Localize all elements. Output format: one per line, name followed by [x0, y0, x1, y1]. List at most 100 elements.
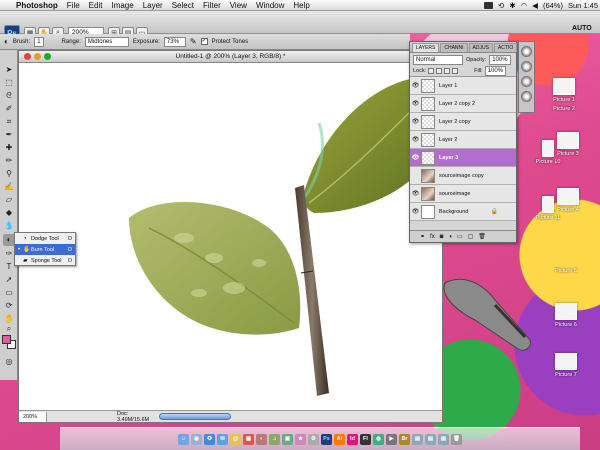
brush-size-picker[interactable]: 1	[34, 36, 44, 47]
ical-icon[interactable]: ▦	[243, 433, 254, 445]
lock-all-icon[interactable]	[452, 68, 459, 74]
blur-tool-icon[interactable]: 💧	[3, 220, 15, 232]
styles-panel-icon[interactable]	[521, 91, 532, 102]
dock-photoshop-icon[interactable]: Ps	[321, 433, 332, 445]
layer-row[interactable]: 👁 Layer 1	[410, 77, 516, 95]
crop-tool-icon[interactable]: ⌗	[3, 116, 15, 128]
desktop-icon-picture-6[interactable]: Picture 6	[548, 303, 584, 328]
layer-name[interactable]: Layer 2 copy 2	[439, 101, 475, 107]
bridge-dock-icon[interactable]: Br	[399, 433, 410, 445]
navigator-panel-icon[interactable]	[521, 46, 532, 57]
workspace-switcher[interactable]: AUTO	[572, 25, 600, 32]
visibility-eye-icon[interactable]: 👁	[410, 154, 421, 161]
info-panel-icon[interactable]	[521, 76, 532, 87]
desktop-icon-picture-1[interactable]: Picture 1	[546, 78, 582, 103]
visibility-eye-icon[interactable]: 👁	[410, 82, 421, 89]
zoom-window-icon[interactable]	[44, 53, 51, 60]
adjustment-layer-icon[interactable]: ◑	[448, 234, 452, 240]
flyout-burn-tool[interactable]: • ✋ Burn Tool O	[15, 244, 75, 255]
airbrush-icon[interactable]: ✎	[190, 37, 197, 46]
menu-edit[interactable]: Edit	[89, 1, 103, 10]
eraser-tool-icon[interactable]: ▱	[3, 194, 15, 206]
new-group-icon[interactable]: ▭	[457, 233, 463, 240]
lock-transparency-icon[interactable]	[428, 68, 435, 74]
contacts-icon[interactable]: @	[230, 433, 241, 445]
3d-rotate-tool-icon[interactable]: ⟳	[3, 300, 15, 312]
documents-folder-icon[interactable]: ▤	[425, 433, 436, 445]
visibility-eye-icon[interactable]: 👁	[410, 190, 421, 197]
lock-position-icon[interactable]	[444, 68, 451, 74]
menu-filter[interactable]: Filter	[203, 1, 221, 10]
menu-view[interactable]: View	[230, 1, 247, 10]
time-machine-icon[interactable]: ⟲	[498, 1, 504, 10]
opacity-field[interactable]: 100%	[489, 54, 511, 65]
menu-app-photoshop[interactable]: Photoshop	[16, 1, 58, 10]
menu-layer[interactable]: Layer	[143, 1, 163, 10]
close-window-icon[interactable]	[24, 53, 31, 60]
shape-tool-icon[interactable]: ▭	[3, 287, 15, 299]
horizontal-scrollbar[interactable]	[159, 413, 231, 420]
applications-folder-icon[interactable]: ▤	[412, 433, 423, 445]
color-panel-icon[interactable]	[521, 61, 532, 72]
indesign-icon[interactable]: Id	[347, 433, 358, 445]
tab-layers[interactable]: LAYERS	[412, 43, 440, 52]
volume-icon[interactable]: ◀	[532, 1, 538, 10]
blend-mode-select[interactable]: Normal	[413, 54, 463, 65]
layer-row[interactable]: 👁 Layer 2 copy	[410, 113, 516, 131]
doc-size-info[interactable]: Doc: 3.49M/15.6M	[47, 411, 157, 423]
visibility-eye-icon[interactable]: 👁	[410, 136, 421, 143]
zoom-tool-panel-icon[interactable]: ⌕	[3, 323, 15, 335]
photo-booth-icon[interactable]: ◐	[256, 433, 267, 445]
tool-preset-icon[interactable]: ◐	[4, 37, 9, 46]
desktop-icon-picture-4[interactable]: Picture 4	[550, 188, 586, 213]
iphoto-icon[interactable]: ▣	[282, 433, 293, 445]
layer-name[interactable]: Layer 1	[439, 83, 457, 89]
flyout-sponge-tool[interactable]: ▰ Sponge Tool O	[15, 255, 75, 266]
minimize-window-icon[interactable]	[34, 53, 41, 60]
menu-select[interactable]: Select	[172, 1, 194, 10]
terminal-icon[interactable]: ▶	[386, 433, 397, 445]
mail-icon[interactable]: ✉	[217, 433, 228, 445]
flash-icon[interactable]: Fl	[360, 433, 371, 445]
delete-layer-icon[interactable]: 🗑	[478, 233, 486, 240]
new-layer-icon[interactable]: ▢	[468, 233, 474, 240]
layer-name[interactable]: Background	[439, 209, 468, 215]
flyout-dodge-tool[interactable]: ◔ Dodge Tool O	[15, 233, 75, 244]
menu-help[interactable]: Help	[293, 1, 309, 10]
image-canvas[interactable]	[19, 63, 442, 410]
tab-actions[interactable]: ACTIO	[493, 43, 518, 52]
brush-tool-icon[interactable]: ✏	[3, 155, 15, 167]
quick-mask-icon[interactable]: ◎	[3, 356, 15, 368]
safari-icon[interactable]: ✪	[204, 433, 215, 445]
status-zoom-field[interactable]: 200%	[19, 411, 47, 422]
desktop-icon-picture-7[interactable]: Picture 7	[548, 353, 584, 378]
menu-window[interactable]: Window	[256, 1, 284, 10]
foreground-color-swatch[interactable]	[2, 335, 11, 344]
layer-name[interactable]: sourceimage copy	[439, 173, 484, 179]
range-select[interactable]: Midtones	[84, 36, 129, 47]
system-preferences-icon[interactable]: ⚙	[308, 433, 319, 445]
layer-row[interactable]: sourceimage copy	[410, 167, 516, 185]
bluetooth-icon[interactable]: ✱	[509, 1, 515, 10]
menu-file[interactable]: File	[67, 1, 80, 10]
dashboard-icon[interactable]: ◉	[191, 433, 202, 445]
path-selection-tool-icon[interactable]: ➚	[3, 274, 15, 286]
downloads-folder-icon[interactable]: ▤	[438, 433, 449, 445]
marquee-tool-icon[interactable]: ⬚	[3, 77, 15, 89]
ps-menulet-icon[interactable]	[484, 2, 494, 9]
tab-channels[interactable]: CHANNI	[440, 43, 468, 52]
layer-name[interactable]: Layer 2 copy	[439, 119, 471, 125]
lock-pixels-icon[interactable]	[436, 68, 443, 74]
layer-name[interactable]: Layer 3	[439, 155, 458, 161]
desktop-icon-picture-3[interactable]: Picture 3	[550, 132, 586, 157]
layer-row[interactable]: 👁 Layer 2	[410, 131, 516, 149]
clone-stamp-tool-icon[interactable]: ⚲	[3, 168, 15, 180]
desktop-icon-picture-5[interactable]: Picture 5	[548, 266, 584, 274]
document-title-bar[interactable]: Untitled-1 @ 200% (Layer 3, RGB/8) *	[19, 51, 442, 63]
protect-tones-checkbox[interactable]: ✓	[200, 38, 208, 45]
add-mask-icon[interactable]: ◙	[440, 234, 444, 240]
layer-name[interactable]: Layer 2	[439, 137, 457, 143]
eyedropper-tool-icon[interactable]: ✒	[3, 129, 15, 141]
menu-image[interactable]: Image	[111, 1, 133, 10]
tab-adjustments[interactable]: ADJUS	[468, 43, 493, 52]
